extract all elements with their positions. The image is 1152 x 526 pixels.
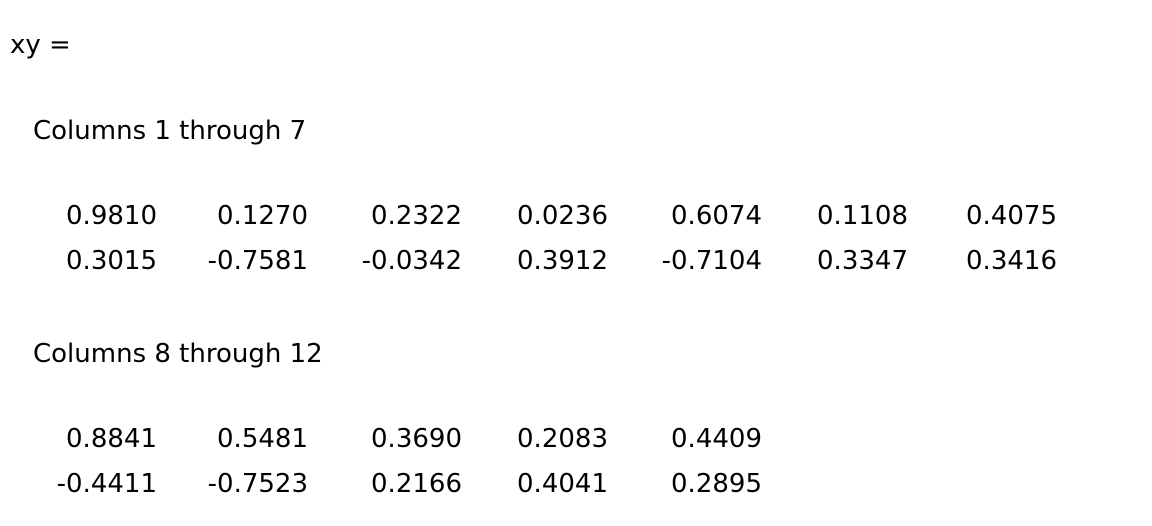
matrix-cell: 0.1108 (817, 201, 908, 231)
matrix-cell: 0.3416 (966, 246, 1057, 276)
matrix-cell: 0.8841 (66, 424, 157, 454)
matrix-cell: -0.7104 (661, 246, 762, 276)
matrix-cell: 0.3015 (66, 246, 157, 276)
matrix-cell: 0.4041 (517, 469, 608, 499)
matrix-cell: 0.4075 (966, 201, 1057, 231)
matrix-cell: 0.6074 (671, 201, 762, 231)
matrix-cell: 0.3912 (517, 246, 608, 276)
columns-header-1: Columns 1 through 7 (33, 116, 307, 146)
command-window-output: xy = Columns 1 through 7 0.9810 0.1270 0.2… (0, 0, 1152, 526)
matrix-cell: 0.2083 (517, 424, 608, 454)
matrix-cell: -0.4411 (56, 469, 157, 499)
matrix-cell: -0.7581 (207, 246, 308, 276)
columns-header-2: Columns 8 through 12 (33, 339, 323, 369)
matrix-cell: -0.0342 (361, 246, 462, 276)
matrix-cell: 0.3347 (817, 246, 908, 276)
matrix-cell: 0.5481 (217, 424, 308, 454)
matrix-cell: 0.2322 (371, 201, 462, 231)
variable-name-line: xy = (10, 30, 71, 60)
matrix-cell: 0.0236 (517, 201, 608, 231)
matrix-cell: 0.2895 (671, 469, 762, 499)
matrix-cell: -0.7523 (207, 469, 308, 499)
matrix-cell: 0.4409 (671, 424, 762, 454)
matrix-cell: 0.3690 (371, 424, 462, 454)
matrix-cell: 0.1270 (217, 201, 308, 231)
matrix-cell: 0.9810 (66, 201, 157, 231)
matrix-cell: 0.2166 (371, 469, 462, 499)
